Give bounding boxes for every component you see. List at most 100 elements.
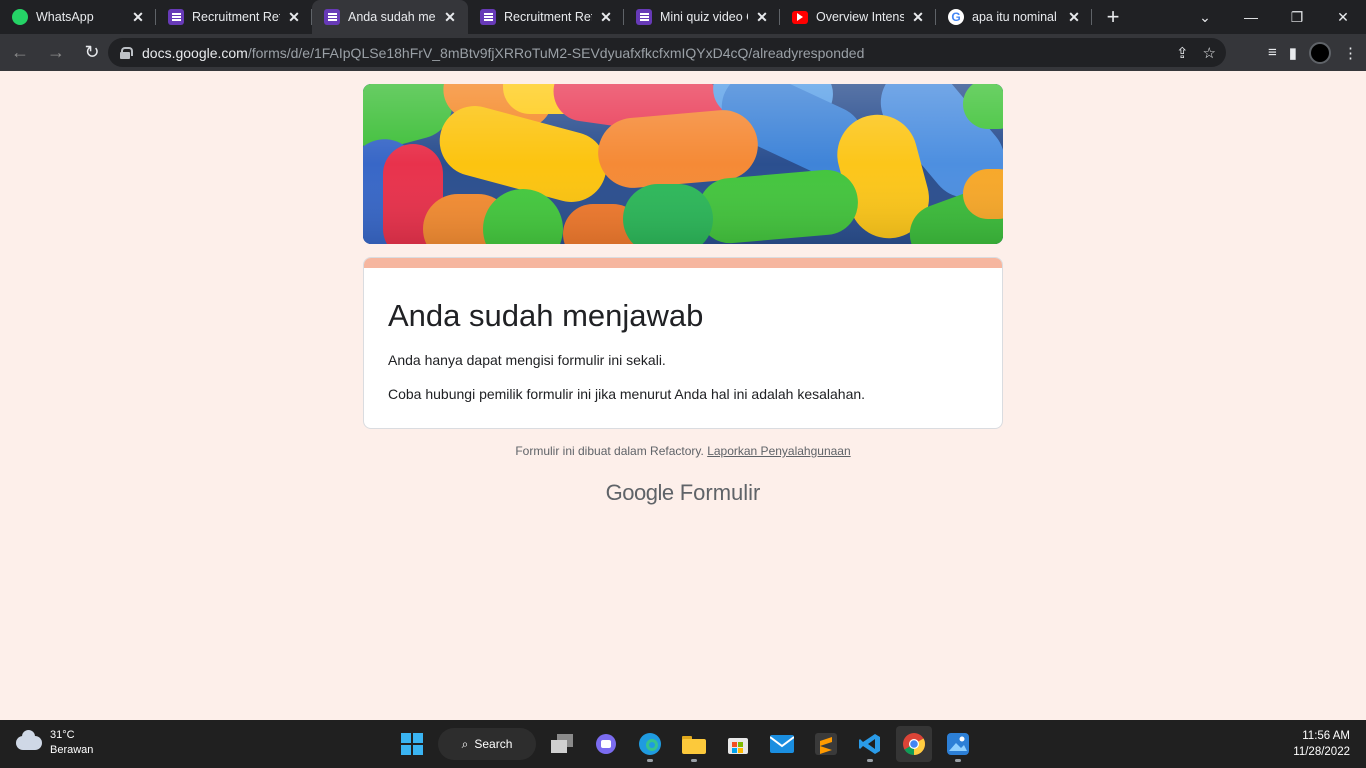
weather-desc: Berawan [50, 744, 94, 756]
page-title: Anda sudah menjawab [388, 298, 704, 333]
youtube-icon [792, 10, 808, 24]
windows-taskbar: 31°C Berawan ⌕ Search 11:56 AM 11/28/202… [0, 720, 1366, 768]
tab-title: apa itu nominal s [972, 10, 1060, 24]
tab-mini-quiz[interactable]: Mini quiz video C ✕ [624, 0, 780, 34]
tab-title: Overview Intensiv [816, 10, 904, 24]
back-button[interactable]: ← [4, 37, 36, 69]
tab-overview[interactable]: Overview Intensiv ✕ [780, 0, 936, 34]
url-path: /forms/d/e/1FAIpQLSe18hFrV_8mBtv9fjXRRoT… [247, 44, 865, 61]
search-label: Search [474, 737, 513, 751]
chat-icon [596, 734, 616, 754]
minimize-button[interactable]: — [1228, 0, 1274, 34]
google-forms-icon [480, 9, 496, 25]
system-clock[interactable]: 11:56 AM 11/28/2022 [1293, 728, 1350, 760]
lock-icon[interactable] [120, 46, 133, 59]
forward-button[interactable]: → [40, 37, 72, 69]
close-tab-icon[interactable]: ✕ [442, 9, 458, 25]
form-footer: Formulir ini dibuat dalam Refactory. Lap… [363, 444, 1003, 458]
whatsapp-icon [12, 9, 28, 25]
address-bar[interactable]: docs.google.com/forms/d/e/1FAIpQLSe18hFr… [108, 38, 1226, 67]
sublime-text-button[interactable] [808, 726, 844, 762]
sublime-text-icon [815, 733, 837, 755]
tab-title: Recruitment Refa [504, 10, 592, 24]
brand-google: Google [605, 480, 674, 505]
tab-title: WhatsApp [36, 10, 94, 24]
close-tab-icon[interactable]: ✕ [1066, 9, 1082, 25]
candy-illustration [363, 84, 1003, 244]
share-icon[interactable]: ⇪ [1176, 44, 1189, 62]
weather-temp: 31°C [50, 729, 75, 741]
google-forms-icon [324, 9, 340, 25]
tab-title: Recruitment Refa [192, 10, 280, 24]
menu-kebab-icon[interactable]: ⋮ [1343, 44, 1358, 62]
side-panel-icon[interactable]: ▮ [1289, 44, 1297, 62]
clock-date: 11/28/2022 [1293, 746, 1350, 758]
google-forms-icon [636, 9, 652, 25]
task-view-icon [551, 734, 573, 753]
vscode-icon [859, 734, 880, 754]
close-tab-icon[interactable]: ✕ [754, 9, 770, 25]
close-tab-icon[interactable]: ✕ [598, 9, 614, 25]
tab-search-chevron-icon[interactable]: ⌄ [1182, 0, 1228, 34]
folder-icon [682, 736, 706, 754]
tab-anda-sudah-menjawab[interactable]: Anda sudah menj ✕ [312, 0, 468, 34]
message-contact-owner: Coba hubungi pemilik formulir ini jika m… [388, 386, 866, 402]
tab-separator [1091, 9, 1092, 25]
close-tab-icon[interactable]: ✕ [910, 9, 926, 25]
tab-google-search[interactable]: G apa itu nominal s ✕ [936, 0, 1092, 34]
toolbar-right: ≡ ▮ ⋮ [1268, 34, 1358, 71]
edge-button[interactable] [632, 726, 668, 762]
media-control-icon[interactable]: ≡ [1268, 44, 1277, 61]
taskbar-search[interactable]: ⌕ Search [438, 728, 536, 760]
chrome-button[interactable] [896, 726, 932, 762]
tab-title: Anda sudah menj [348, 10, 436, 24]
start-button[interactable] [394, 726, 430, 762]
windows-logo-icon [401, 733, 423, 755]
bookmark-star-icon[interactable]: ☆ [1203, 44, 1216, 62]
teams-chat-button[interactable] [588, 726, 624, 762]
google-forms-icon [168, 9, 184, 25]
cloud-icon [16, 730, 42, 750]
google-icon: G [948, 9, 964, 25]
close-tab-icon[interactable]: ✕ [130, 9, 146, 25]
card-accent-bar [364, 258, 1002, 268]
store-icon [728, 738, 748, 754]
close-tab-icon[interactable]: ✕ [286, 9, 302, 25]
new-tab-button[interactable]: + [1096, 0, 1130, 34]
microsoft-store-button[interactable] [720, 726, 756, 762]
footer-created-in: Formulir ini dibuat dalam Refactory. [515, 444, 704, 458]
url-host: docs.google.com [142, 44, 248, 61]
mail-icon [770, 735, 794, 753]
search-icon: ⌕ [461, 736, 469, 751]
file-explorer-button[interactable] [676, 726, 712, 762]
clock-time: 11:56 AM [1302, 730, 1350, 742]
already-responded-card: Anda sudah menjawab Anda hanya dapat men… [363, 257, 1003, 429]
tab-recruitment-2[interactable]: Recruitment Refa ✕ [468, 0, 624, 34]
tab-strip: WhatsApp ✕ Recruitment Refa ✕ Anda sudah… [0, 0, 1366, 34]
report-abuse-link[interactable]: Laporkan Penyalahgunaan [707, 444, 850, 458]
taskbar-apps: ⌕ Search [394, 724, 976, 764]
vscode-button[interactable] [852, 726, 888, 762]
close-window-button[interactable]: ✕ [1320, 0, 1366, 34]
browser-toolbar: ← → ↻ docs.google.com/forms/d/e/1FAIpQLS… [0, 34, 1366, 71]
profile-avatar[interactable] [1309, 41, 1331, 64]
task-view-button[interactable] [544, 726, 580, 762]
reload-button[interactable]: ↻ [76, 37, 108, 69]
tab-recruitment-1[interactable]: Recruitment Refa ✕ [156, 0, 312, 34]
chrome-icon [903, 733, 925, 755]
photos-icon [947, 733, 969, 755]
form-header-image [363, 84, 1003, 244]
edge-icon [639, 733, 661, 755]
weather-widget[interactable]: 31°C Berawan [16, 728, 93, 758]
tab-title: Mini quiz video C [660, 10, 748, 24]
message-once: Anda hanya dapat mengisi formulir ini se… [388, 352, 666, 368]
mail-button[interactable] [764, 726, 800, 762]
google-forms-logo[interactable]: Google Formulir [363, 480, 1003, 506]
restore-button[interactable]: ❐ [1274, 0, 1320, 34]
tab-whatsapp[interactable]: WhatsApp ✕ [0, 0, 156, 34]
window-controls: ⌄ — ❐ ✕ [1182, 0, 1366, 34]
brand-product: Formulir [679, 480, 761, 505]
photos-button[interactable] [940, 726, 976, 762]
address-bar-actions: ⇪ ☆ [1176, 38, 1216, 67]
url-text: docs.google.com/forms/d/e/1FAIpQLSe18hFr… [142, 45, 864, 61]
